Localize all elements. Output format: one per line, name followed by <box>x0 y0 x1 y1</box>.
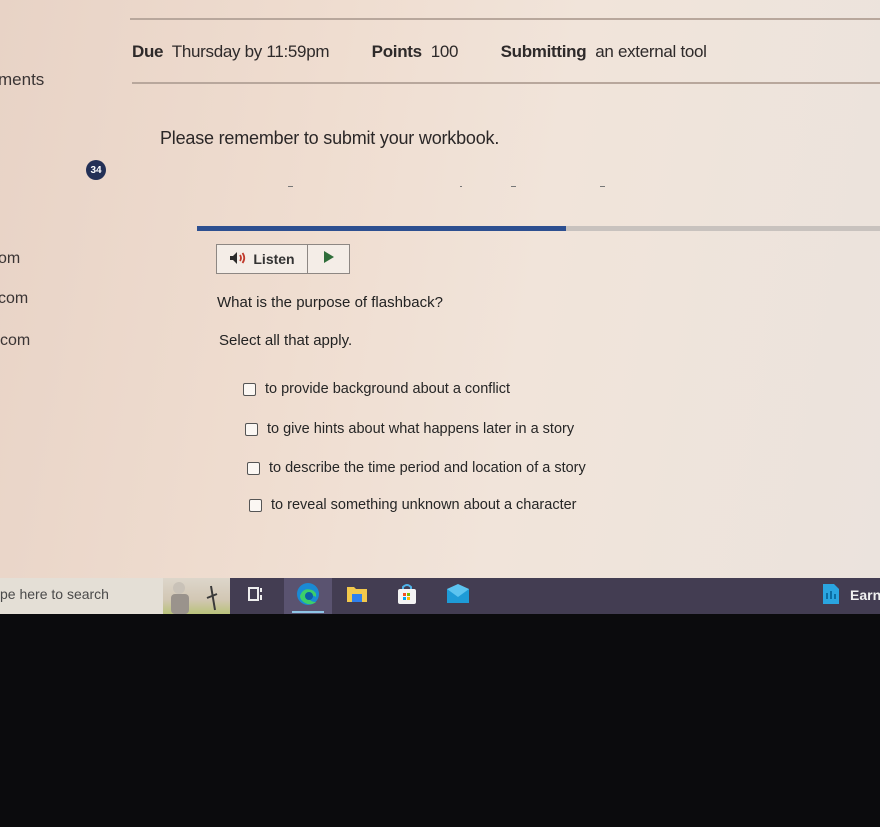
listen-control: Listen <box>216 244 350 274</box>
question-instruction: Select all that apply. <box>219 332 353 349</box>
mail-button[interactable] <box>440 578 476 614</box>
submitting-value: an external tool <box>595 42 707 61</box>
checkbox[interactable] <box>243 382 256 396</box>
taskbar-search-box[interactable]: pe here to search <box>0 578 230 614</box>
rewards-icon <box>822 583 840 610</box>
search-placeholder: pe here to search <box>0 586 109 602</box>
option-label: to give hints about what happens later i… <box>267 421 575 437</box>
earn-label[interactable]: Earn <box>850 587 880 603</box>
quiz-progress-fill <box>197 226 566 231</box>
option-label: to reveal something unknown about a char… <box>271 497 577 513</box>
play-button[interactable] <box>308 245 349 273</box>
question-number-badge: 34 <box>86 160 106 180</box>
sidebar-link-fragment[interactable]: com <box>0 290 28 308</box>
points-label: Points <box>371 42 422 61</box>
speaker-icon <box>229 251 247 268</box>
mail-icon <box>446 583 470 609</box>
earn-rewards-button[interactable] <box>818 578 844 614</box>
dash-mark <box>600 186 605 187</box>
checkbox[interactable] <box>247 461 260 475</box>
windows-taskbar: pe here to search Earn <box>0 578 880 614</box>
microsoft-store-button[interactable] <box>390 578 424 614</box>
answer-option[interactable]: to provide background about a conflict <box>243 381 510 397</box>
sidebar-link-fragment[interactable]: com <box>0 332 30 350</box>
monitor-bezel <box>0 614 880 827</box>
task-view-icon <box>248 586 264 607</box>
task-view-button[interactable] <box>236 578 276 614</box>
assignment-meta: Due Thursday by 11:59pm Points 100 Submi… <box>132 42 707 62</box>
dash-mark <box>460 186 462 187</box>
quiz-progress-bar <box>197 226 880 231</box>
answer-option[interactable]: to reveal something unknown about a char… <box>249 497 577 513</box>
checkbox[interactable] <box>245 422 258 436</box>
option-label: to describe the time period and location… <box>269 460 586 476</box>
assignment-notice: Please remember to submit your workbook. <box>160 128 500 148</box>
dash-mark <box>288 186 293 187</box>
folder-icon <box>346 585 368 608</box>
file-explorer-button[interactable] <box>340 578 374 614</box>
edge-taskbar-button[interactable] <box>284 578 332 614</box>
play-icon <box>323 250 334 268</box>
sidebar-link-fragment[interactable]: om <box>0 250 20 268</box>
due-value: Thursday by 11:59pm <box>171 42 330 61</box>
dash-mark <box>511 186 516 187</box>
checkbox[interactable] <box>249 498 262 512</box>
search-highlight-image[interactable] <box>163 578 230 614</box>
answer-option[interactable]: to give hints about what happens later i… <box>245 421 574 437</box>
points-value: 100 <box>430 42 459 61</box>
answer-option[interactable]: to describe the time period and location… <box>247 460 586 476</box>
submitting-label: Submitting <box>500 42 587 61</box>
question-text: What is the purpose of flashback? <box>217 294 443 311</box>
browser-content: Due Thursday by 11:59pm Points 100 Submi… <box>0 0 880 578</box>
due-label: Due <box>132 42 164 61</box>
divider-top <box>130 18 880 20</box>
listen-label: Listen <box>253 251 295 267</box>
edge-icon <box>296 582 320 611</box>
listen-button[interactable]: Listen <box>217 245 308 273</box>
divider-bottom <box>132 82 880 84</box>
sidebar-link-fragment[interactable]: ments <box>0 70 44 90</box>
option-label: to provide background about a conflict <box>265 381 511 397</box>
store-icon <box>396 583 418 610</box>
